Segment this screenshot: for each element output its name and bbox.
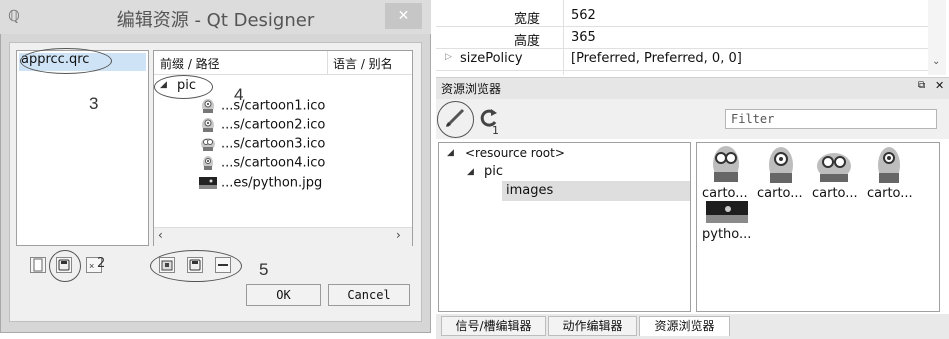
annotation-circle — [154, 75, 213, 99]
annotation-number-1: 1 — [492, 124, 499, 137]
column-header-prefix-path[interactable]: 前缀 / 路径 — [160, 55, 220, 72]
annotation-number-5: 5 — [259, 260, 269, 279]
edit-resources-icon[interactable] — [443, 106, 467, 130]
minion-icon — [202, 118, 214, 132]
tree-item-pic[interactable]: pic — [484, 164, 503, 179]
expand-arrow-icon[interactable]: ▷ — [445, 52, 452, 62]
float-icon[interactable]: ⧉ — [918, 80, 925, 91]
column-divider — [327, 51, 328, 74]
tab-resource-browser[interactable]: 资源浏览器 — [639, 316, 730, 336]
column-divider — [563, 0, 564, 75]
minion-icon — [201, 138, 215, 151]
scroll-right-icon[interactable]: › — [396, 228, 401, 242]
minion-icon[interactable] — [762, 144, 800, 186]
thumbnail-label: carto... — [757, 186, 803, 201]
file-label: ...s/cartoon2.ico — [221, 117, 326, 133]
file-label: ...s/cartoon1.ico — [221, 98, 326, 114]
cancel-button[interactable]: Cancel — [328, 284, 410, 306]
minion-icon — [202, 99, 214, 113]
file-label: ...s/cartoon4.ico — [221, 155, 326, 171]
chevron-down-icon[interactable]: ⌄ — [932, 56, 940, 67]
minion-icon[interactable] — [814, 144, 854, 186]
resource-browser-title: 资源浏览器 — [441, 82, 502, 96]
tab-action-editor[interactable]: 动作编辑器 — [548, 316, 637, 336]
list-item[interactable]: ...es/python.jpg — [199, 175, 322, 193]
tree-item-root[interactable]: <resource root> — [465, 146, 565, 160]
list-item[interactable]: ...s/cartoon4.ico — [199, 155, 325, 173]
minion-icon[interactable] — [872, 144, 906, 186]
resource-tree-view[interactable] — [438, 142, 691, 312]
tab-signal-slot-editor[interactable]: 信号/槽编辑器 — [441, 316, 546, 336]
property-value[interactable]: 365 — [571, 30, 596, 45]
list-item[interactable]: ...s/cartoon3.ico — [199, 136, 325, 154]
list-item[interactable]: ...s/cartoon2.ico — [199, 117, 325, 135]
annotation-circle — [150, 250, 242, 282]
python-image-icon[interactable] — [706, 201, 748, 223]
ok-button[interactable]: OK — [246, 284, 321, 306]
tree-item-images[interactable]: images — [506, 183, 553, 198]
collapse-arrow-icon[interactable]: ◢ — [467, 167, 474, 177]
new-file-icon — [33, 258, 43, 272]
horizontal-scrollbar[interactable] — [154, 227, 412, 246]
svg-text:×: × — [89, 261, 94, 271]
new-file-button[interactable] — [30, 257, 46, 273]
close-icon[interactable]: ✕ — [935, 79, 944, 92]
annotation-circle — [20, 48, 112, 74]
thumbnail-label: pytho... — [702, 227, 752, 242]
close-icon: ✕ — [397, 8, 410, 24]
thumbnail-label: carto... — [867, 186, 913, 201]
column-header-language-alias[interactable]: 语言 / 别名 — [333, 55, 393, 72]
collapse-arrow-icon[interactable]: ◢ — [447, 148, 454, 158]
thumbnail-label: carto... — [702, 186, 748, 201]
scroll-left-icon[interactable]: ‹ — [158, 228, 163, 242]
property-name: 高度 — [513, 34, 540, 49]
annotation-number-3: 3 — [89, 94, 99, 113]
minion-icon — [203, 156, 213, 170]
list-item[interactable]: ...s/cartoon1.ico — [199, 98, 325, 116]
image-icon — [199, 177, 217, 189]
property-value[interactable]: 562 — [571, 8, 596, 23]
resource-browser-titlebar — [436, 77, 949, 99]
dialog-title: 编辑资源 - Qt Designer — [116, 10, 315, 31]
property-name: 宽度 — [513, 12, 540, 27]
file-label: ...s/cartoon3.ico — [221, 136, 326, 152]
property-name: sizePolicy — [460, 51, 523, 66]
annotation-number-2: 2 — [97, 256, 106, 271]
qrc-file-list[interactable] — [16, 50, 149, 246]
filter-placeholder: Filter — [731, 112, 775, 126]
minion-icon[interactable] — [706, 142, 746, 186]
thumbnail-label: carto... — [812, 186, 858, 201]
property-value[interactable]: [Preferred, Preferred, 0, 0] — [571, 51, 742, 66]
file-label: ...es/python.jpg — [221, 175, 323, 191]
annotation-circle — [49, 250, 81, 282]
